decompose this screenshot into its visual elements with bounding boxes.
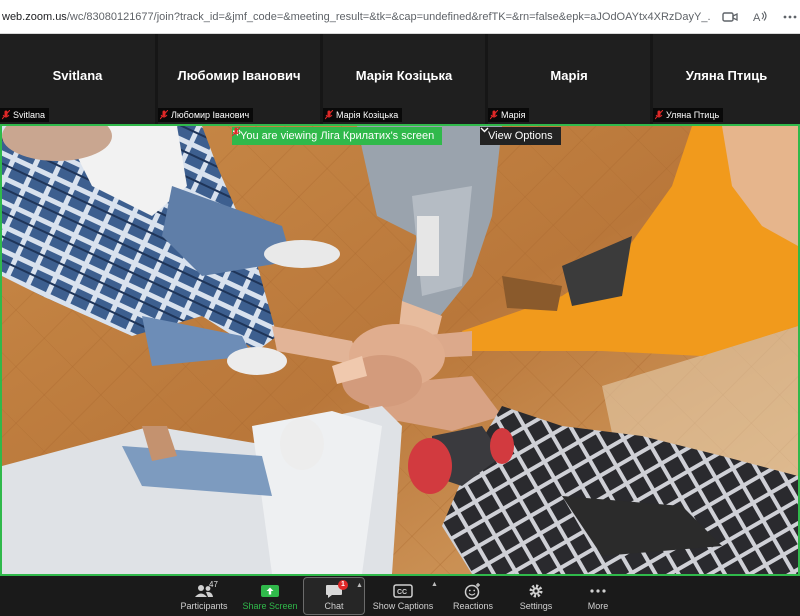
shared-screen-photo [2,126,798,574]
show-captions-label: Show Captions [372,601,434,611]
svg-text:A: A [753,12,761,24]
gear-icon [529,584,543,598]
participant-tile[interactable]: Марія Козіцька Марія Козіцька [323,34,485,124]
chat-caret-icon[interactable]: ▲ [356,582,363,589]
participants-label: Participants [180,601,228,611]
participant-name: Уляна Птиць [685,67,768,83]
show-captions-button[interactable]: ▲ CC Show Captions [365,577,441,615]
participant-label: Марія [488,108,530,122]
participant-name: Марія [550,67,588,83]
participant-tile[interactable]: Svitlana Svitlana [0,34,155,124]
participant-name: Любомир Іванович [177,67,301,83]
more-label: More [587,601,609,611]
settings-button[interactable]: Settings [505,577,567,615]
share-screen-button[interactable]: Share Screen [237,577,303,615]
captions-icon: CC [393,584,413,598]
participant-label-text: Svitlana [13,110,46,120]
url-host: web.zoom.us [2,10,67,23]
participant-label: Марія Козіцька [323,108,403,122]
chat-label: Chat [324,601,344,611]
mic-muted-icon [160,110,168,120]
more-options-icon[interactable] [780,7,800,27]
view-options-label: View Options [488,130,553,142]
reactions-icon [464,583,480,600]
reactions-label: Reactions [452,601,494,611]
participants-button[interactable]: 47 Participants [171,577,237,615]
view-options-button[interactable]: View Options [480,127,561,145]
participant-tile[interactable]: Любомир Іванович Любомир Іванович [158,34,320,124]
chat-badge: 1 [338,580,348,590]
chevron-down-icon [480,127,489,133]
participant-tile[interactable]: Марія Марія [488,34,650,124]
participant-label: Любомир Іванович [158,108,254,122]
participant-label-text: Уляна Птиць [666,110,720,120]
shared-screen[interactable]: You are viewing Ліга Крилатих's screen V… [0,124,800,576]
mic-muted-icon [2,110,10,120]
mic-muted-icon [655,110,663,120]
participant-tile[interactable]: Уляна Птиць Уляна Птиць [653,34,800,124]
more-icon [590,589,606,593]
mic-muted-icon [325,110,333,120]
captions-caret-icon[interactable]: ▲ [431,581,438,588]
chat-button[interactable]: 1 ▲ Chat [303,577,365,615]
share-screen-label: Share Screen [242,601,298,611]
participant-label-text: Марія Козіцька [336,110,399,120]
participant-label-text: Марія [501,110,526,120]
svg-text:CC: CC [397,589,407,596]
participant-strip: Svitlana Svitlana Любомир Іванович Любом… [0,34,800,124]
reactions-button[interactable]: Reactions [441,577,505,615]
read-aloud-icon[interactable]: A [750,7,770,27]
url-text[interactable]: web.zoom.us/wc/83080121677/join?track_id… [0,11,710,23]
camera-permission-icon[interactable] [720,7,740,27]
viewing-screen-banner: You are viewing Ліга Крилатих's screen [232,127,443,145]
settings-label: Settings [519,601,553,611]
participant-label: Уляна Птиць [653,108,724,122]
url-path: /wc/83080121677/join?track_id=&jmf_code=… [66,10,711,23]
meeting-toolbar: 47 Participants Share Screen 1 ▲ Chat ▲ … [0,576,800,616]
participants-count: 47 [209,580,218,589]
participant-label-text: Любомир Іванович [171,110,250,120]
participant-name: Марія Козіцька [355,67,453,83]
participant-name: Svitlana [52,67,103,83]
share-screen-icon [261,585,279,597]
participant-label: Svitlana [0,108,50,122]
browser-address-bar[interactable]: web.zoom.us/wc/83080121677/join?track_id… [0,0,800,34]
mic-muted-icon [490,110,498,120]
more-button[interactable]: More [567,577,629,615]
mic-muted-icon [232,127,240,137]
viewing-screen-text: You are viewing Ліга Крилатих's screen [240,130,435,142]
